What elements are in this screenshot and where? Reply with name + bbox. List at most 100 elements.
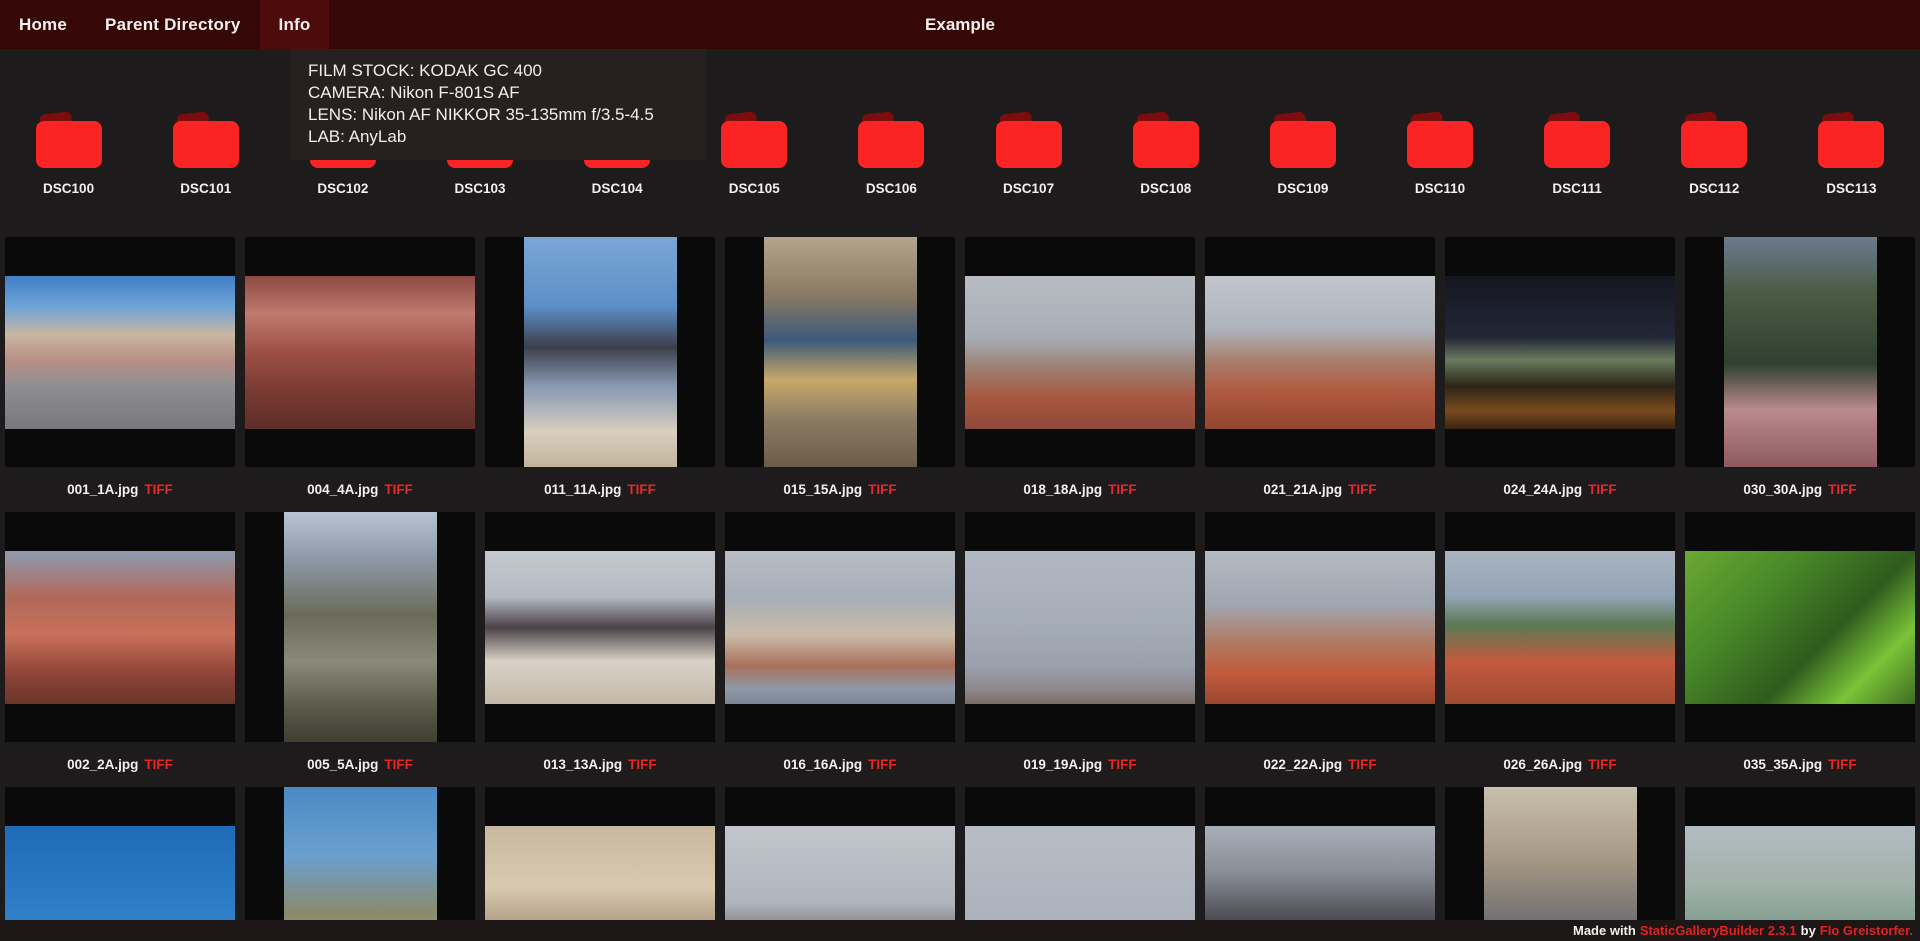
photo-thumbnail-cell[interactable] <box>485 787 715 941</box>
photo-caption: 024_24A.jpg TIFF <box>1440 467 1680 512</box>
photo-thumbnail[interactable] <box>725 550 955 704</box>
photo-thumbnail-cell[interactable] <box>725 237 955 467</box>
photo-filename-link[interactable]: 026_26A.jpg <box>1503 757 1582 772</box>
photo-tiff-link[interactable]: TIFF <box>1348 482 1377 497</box>
photo-tiff-link[interactable]: TIFF <box>1588 482 1617 497</box>
folder-dsc111[interactable]: DSC111 <box>1509 111 1646 196</box>
footer-bar: Made with StaticGalleryBuilder 2.3.1 by … <box>0 920 1920 941</box>
photo-thumbnail-cell[interactable] <box>965 787 1195 941</box>
photo-filename-link[interactable]: 022_22A.jpg <box>1263 757 1342 772</box>
photo-thumbnail[interactable] <box>1483 787 1637 941</box>
nav-item-home[interactable]: Home <box>0 0 86 49</box>
folder-label: DSC100 <box>43 181 95 196</box>
photo-tiff-link[interactable]: TIFF <box>628 757 657 772</box>
photo-tiff-link[interactable]: TIFF <box>868 757 897 772</box>
folder-dsc110[interactable]: DSC110 <box>1371 111 1508 196</box>
folder-dsc105[interactable]: DSC105 <box>686 111 823 196</box>
photo-tiff-link[interactable]: TIFF <box>144 757 173 772</box>
photo-thumbnail-cell[interactable] <box>245 512 475 742</box>
folder-dsc107[interactable]: DSC107 <box>960 111 1097 196</box>
photo-filename-link[interactable]: 001_1A.jpg <box>67 482 138 497</box>
photo-thumbnail-cell[interactable] <box>1205 237 1435 467</box>
photo-thumbnail[interactable] <box>523 237 677 467</box>
photo-thumbnail[interactable] <box>763 237 917 467</box>
photo-thumbnail-cell[interactable] <box>1685 237 1915 467</box>
folder-dsc113[interactable]: DSC113 <box>1783 111 1920 196</box>
photo-thumbnail-cell[interactable] <box>5 512 235 742</box>
folder-label: DSC105 <box>728 181 780 196</box>
photo-thumbnail[interactable] <box>965 275 1195 429</box>
photo-thumbnail[interactable] <box>1445 550 1675 704</box>
photo-thumbnail-cell[interactable] <box>1445 512 1675 742</box>
photo-thumbnail[interactable] <box>1445 275 1675 429</box>
photo-thumbnail[interactable] <box>1723 237 1877 467</box>
photo-thumbnail-cell[interactable] <box>245 787 475 941</box>
photo-filename-link[interactable]: 011_11A.jpg <box>544 482 621 497</box>
photo-thumbnail-cell[interactable] <box>965 237 1195 467</box>
photo-tiff-link[interactable]: TIFF <box>627 482 656 497</box>
photo-filename-link[interactable]: 016_16A.jpg <box>783 757 862 772</box>
photo-thumbnail[interactable] <box>1205 275 1435 429</box>
photo-thumbnail-cell[interactable] <box>725 512 955 742</box>
photo-thumbnail[interactable] <box>965 550 1195 704</box>
author-link[interactable]: Flo Greistorfer. <box>1820 923 1913 938</box>
photo-tiff-link[interactable]: TIFF <box>1828 482 1857 497</box>
photo-filename-link[interactable]: 019_19A.jpg <box>1023 757 1102 772</box>
gallery-item <box>1440 787 1680 941</box>
photo-filename-link[interactable]: 018_18A.jpg <box>1023 482 1102 497</box>
photo-thumbnail-cell[interactable] <box>245 237 475 467</box>
photo-thumbnail[interactable] <box>283 787 437 941</box>
photo-filename-link[interactable]: 030_30A.jpg <box>1743 482 1822 497</box>
photo-tiff-link[interactable]: TIFF <box>1828 757 1857 772</box>
photo-tiff-link[interactable]: TIFF <box>1108 482 1137 497</box>
folder-label: DSC111 <box>1552 181 1602 196</box>
folder-dsc109[interactable]: DSC109 <box>1234 111 1371 196</box>
photo-tiff-link[interactable]: TIFF <box>868 482 897 497</box>
photo-thumbnail-cell[interactable] <box>1205 787 1435 941</box>
photo-thumbnail-cell[interactable] <box>1445 787 1675 941</box>
folder-dsc101[interactable]: DSC101 <box>137 111 274 196</box>
photo-tiff-link[interactable]: TIFF <box>1348 757 1377 772</box>
photo-thumbnail-cell[interactable] <box>1205 512 1435 742</box>
photo-filename-link[interactable]: 015_15A.jpg <box>783 482 862 497</box>
photo-thumbnail[interactable] <box>485 550 715 704</box>
photo-thumbnail-cell[interactable] <box>1685 512 1915 742</box>
photo-thumbnail-cell[interactable] <box>485 237 715 467</box>
folder-dsc100[interactable]: DSC100 <box>0 111 137 196</box>
photo-tiff-link[interactable]: TIFF <box>384 757 413 772</box>
photo-thumbnail-cell[interactable] <box>1445 237 1675 467</box>
photo-thumbnail[interactable] <box>245 275 475 429</box>
builder-link[interactable]: StaticGalleryBuilder 2.3.1 <box>1640 923 1797 938</box>
photo-filename-link[interactable]: 002_2A.jpg <box>67 757 138 772</box>
photo-tiff-link[interactable]: TIFF <box>1108 757 1137 772</box>
nav-item-info[interactable]: Info <box>259 0 330 49</box>
nav-item-parent-directory[interactable]: Parent Directory <box>86 0 259 49</box>
photo-thumbnail[interactable] <box>1685 550 1915 704</box>
folder-dsc108[interactable]: DSC108 <box>1097 111 1234 196</box>
photo-filename-link[interactable]: 013_13A.jpg <box>543 757 622 772</box>
folder-body-shape <box>995 121 1062 168</box>
folder-icon <box>1544 111 1611 168</box>
photo-caption: 005_5A.jpg TIFF <box>240 742 480 787</box>
photo-thumbnail-cell[interactable] <box>725 787 955 941</box>
photo-filename-link[interactable]: 024_24A.jpg <box>1503 482 1582 497</box>
photo-thumbnail-cell[interactable] <box>5 237 235 467</box>
photo-tiff-link[interactable]: TIFF <box>144 482 173 497</box>
photo-thumbnail-cell[interactable] <box>1685 787 1915 941</box>
folder-dsc112[interactable]: DSC112 <box>1646 111 1783 196</box>
photo-filename-link[interactable]: 005_5A.jpg <box>307 757 378 772</box>
photo-filename-link[interactable]: 004_4A.jpg <box>307 482 378 497</box>
photo-filename-link[interactable]: 021_21A.jpg <box>1263 482 1342 497</box>
gallery-item-001_1a: 001_1A.jpg TIFF <box>0 237 240 512</box>
folder-dsc106[interactable]: DSC106 <box>823 111 960 196</box>
photo-thumbnail[interactable] <box>5 550 235 704</box>
photo-thumbnail-cell[interactable] <box>485 512 715 742</box>
photo-thumbnail[interactable] <box>283 512 437 742</box>
photo-thumbnail[interactable] <box>1205 550 1435 704</box>
photo-tiff-link[interactable]: TIFF <box>1588 757 1617 772</box>
photo-thumbnail-cell[interactable] <box>5 787 235 941</box>
photo-filename-link[interactable]: 035_35A.jpg <box>1743 757 1822 772</box>
photo-thumbnail-cell[interactable] <box>965 512 1195 742</box>
photo-tiff-link[interactable]: TIFF <box>384 482 413 497</box>
photo-thumbnail[interactable] <box>5 275 235 429</box>
